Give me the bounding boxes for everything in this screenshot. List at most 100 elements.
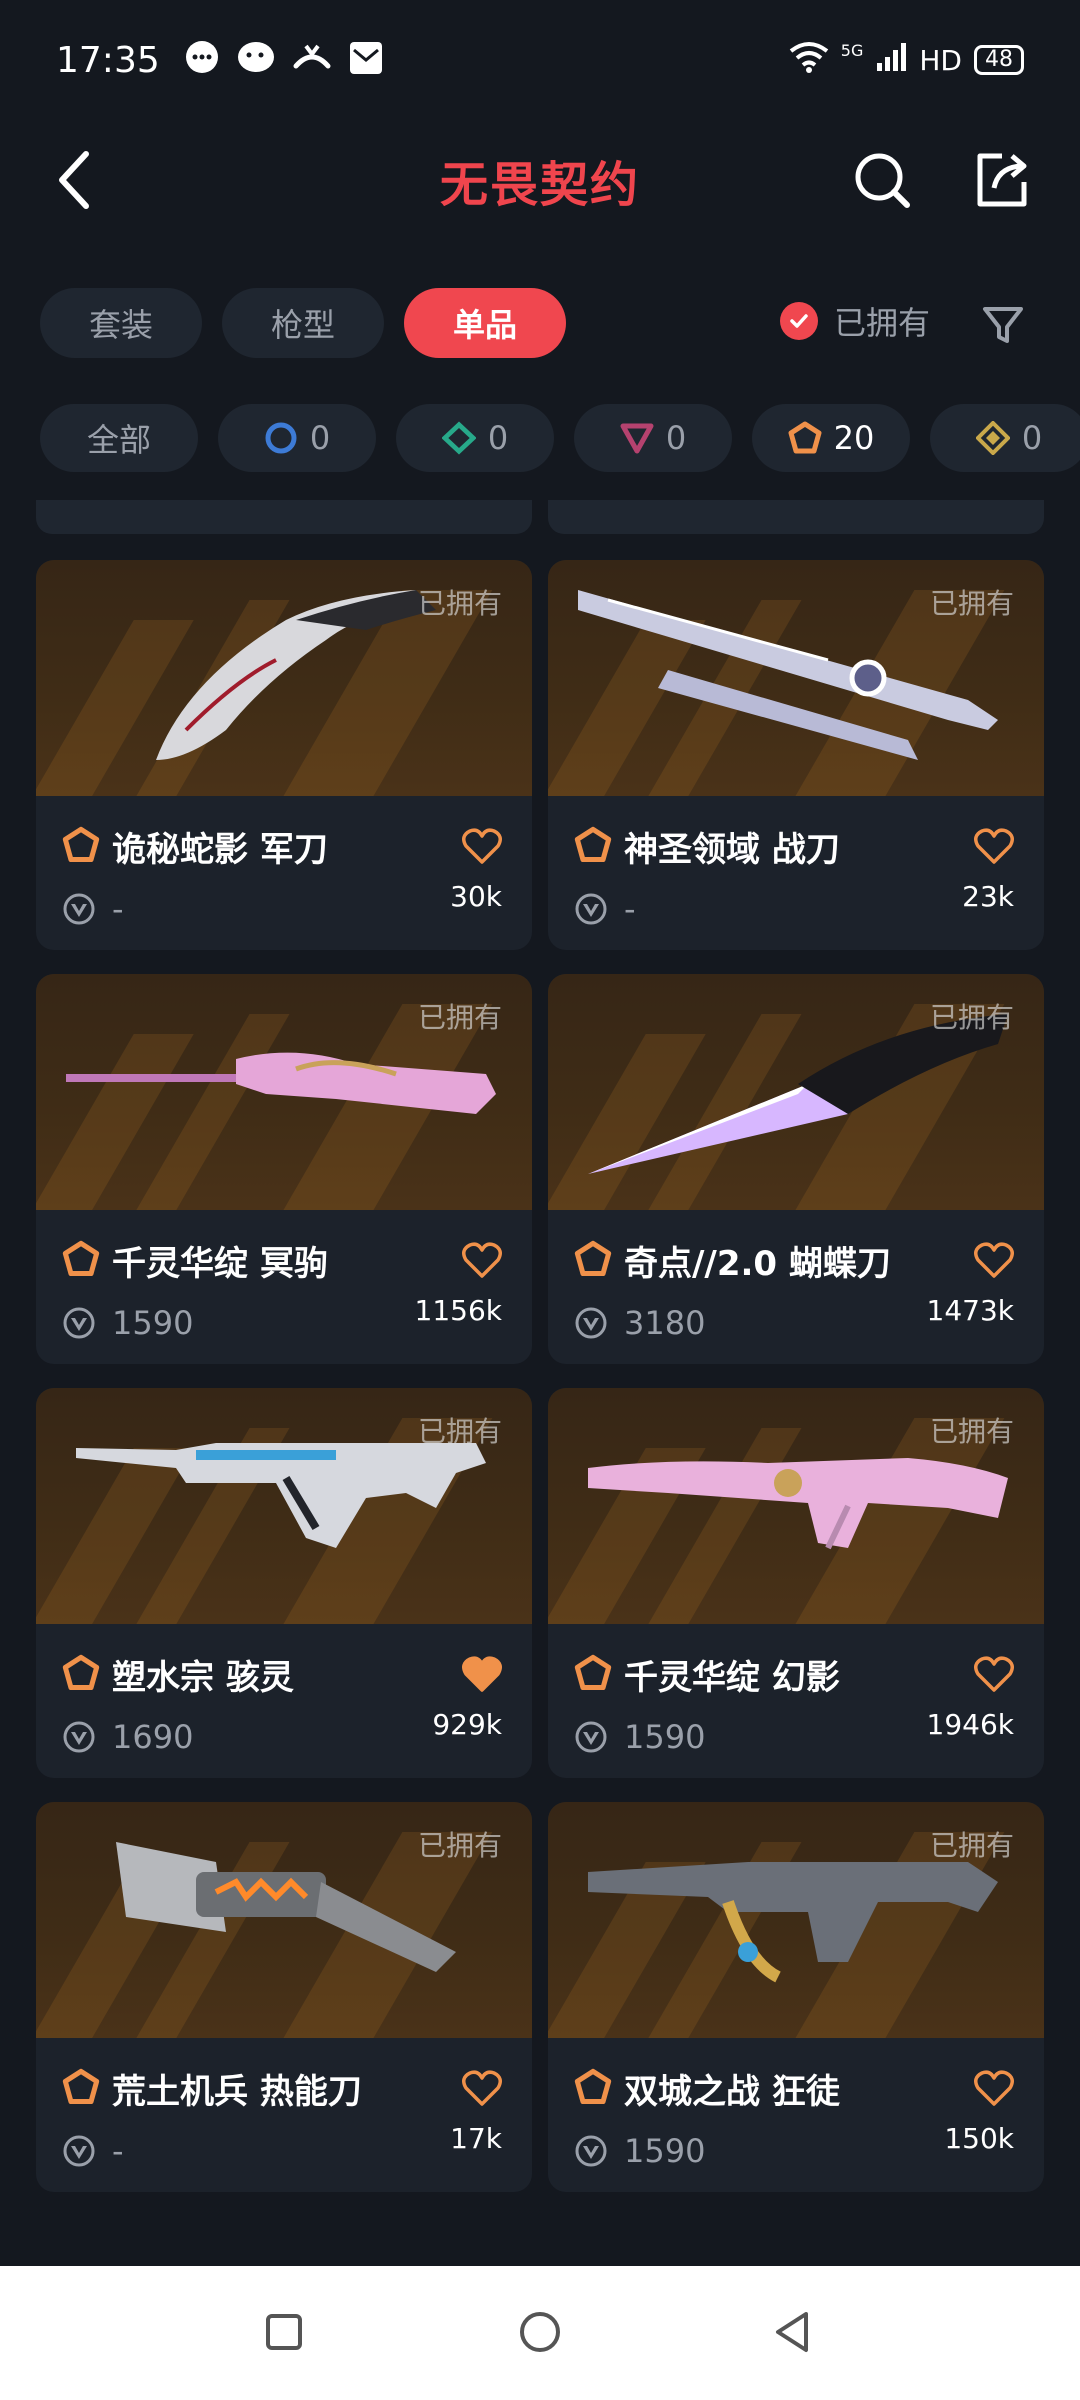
- status-right: 5G HD 48: [789, 41, 1024, 80]
- chat-notification-icon: [184, 40, 220, 80]
- wechat-notification-icon: [236, 40, 276, 80]
- item-card[interactable]: 已拥有双城之战 狂徒 1590 150k: [548, 1802, 1044, 2192]
- valorant-points-icon: [574, 1720, 608, 1754]
- rarity-chip-deluxe[interactable]: 0: [396, 404, 554, 472]
- item-image: 已拥有: [36, 1802, 532, 2038]
- item-name: 双城之战 狂徒: [624, 2072, 840, 2112]
- like-count: 17k: [450, 2122, 502, 2155]
- item-card[interactable]: 已拥有千灵华绽 幻影 1590 1946k: [548, 1388, 1044, 1778]
- hd-indicator: HD: [919, 43, 962, 77]
- rarity-chip-exclusive[interactable]: 20: [752, 404, 910, 472]
- square-icon: [266, 2314, 302, 2350]
- heart-icon[interactable]: [462, 828, 502, 864]
- notification-icons: [184, 40, 384, 80]
- item-info: 千灵华绽 幻影 1590 1946k: [548, 1624, 1044, 1778]
- ultra-tier-icon: [975, 421, 1010, 455]
- valorant-points-icon: [574, 2134, 608, 2168]
- item-info: 诡秘蛇影 军刀 - 30k: [36, 796, 532, 950]
- rarity-chip-count: 0: [665, 419, 687, 457]
- item-info: 塑水宗 骇灵 1690 929k: [36, 1624, 532, 1778]
- item-image: 已拥有: [36, 1388, 532, 1624]
- heart-icon[interactable]: [974, 1242, 1014, 1278]
- status-time: 17:35: [56, 39, 160, 81]
- valorant-points-icon: [574, 892, 608, 926]
- item-card[interactable]: 已拥有神圣领域 战刀 - 23k: [548, 560, 1044, 950]
- heart-icon[interactable]: [462, 1242, 502, 1278]
- item-card[interactable]: 已拥有 奇点//2.0 蝴蝶刀 3180 1473k: [548, 974, 1044, 1364]
- wifi-icon: [789, 41, 829, 80]
- item-image: 已拥有: [548, 1388, 1044, 1624]
- valorant-points-icon: [62, 2134, 96, 2168]
- item-price: 1690: [112, 1718, 194, 1756]
- exclusive-tier-icon: [788, 421, 822, 455]
- select-tier-icon: [264, 421, 298, 455]
- share-button[interactable]: [966, 144, 1038, 216]
- deluxe-tier-icon: [441, 421, 476, 455]
- partial-card-left: [36, 500, 532, 534]
- item-price: 1590: [624, 2132, 706, 2170]
- item-name: 塑水宗 骇灵: [112, 1658, 294, 1698]
- item-image: 已拥有: [36, 560, 532, 796]
- heart-icon[interactable]: [462, 2070, 502, 2106]
- like-count: 150k: [944, 2122, 1014, 2155]
- exclusive-tier-icon: [574, 826, 612, 864]
- premium-tier-icon: [620, 421, 654, 455]
- item-price: -: [112, 890, 124, 928]
- item-info: 神圣领域 战刀 - 23k: [548, 796, 1044, 950]
- item-card[interactable]: 已拥有 诡秘蛇影 军刀 - 30k: [36, 560, 532, 950]
- signal-icon: [875, 41, 907, 80]
- filter-button[interactable]: [978, 300, 1028, 350]
- item-name: 诡秘蛇影 军刀: [112, 830, 328, 870]
- owned-tag: 已拥有: [929, 587, 1014, 620]
- battery-indicator: 48: [974, 45, 1024, 75]
- search-button[interactable]: [846, 144, 918, 216]
- missed-call-icon: [292, 40, 332, 80]
- item-image: 已拥有: [548, 1802, 1044, 2038]
- tab-bundles[interactable]: 套装: [40, 288, 202, 358]
- heart-filled-icon[interactable]: [462, 1656, 502, 1692]
- item-price: -: [112, 2132, 124, 2170]
- owned-tag: 已拥有: [929, 1415, 1014, 1448]
- like-count: 23k: [962, 880, 1014, 913]
- heart-icon[interactable]: [974, 828, 1014, 864]
- rarity-chip-ultra[interactable]: 0: [930, 404, 1080, 472]
- triangle-back-icon: [776, 2312, 808, 2352]
- item-card[interactable]: 已拥有 千灵华绽 冥驹 1590 1156k: [36, 974, 532, 1364]
- item-card[interactable]: 已拥有荒土机兵 热能刀 - 17k: [36, 1802, 532, 2192]
- rarity-chip-count: 20: [833, 419, 875, 457]
- status-bar: 17:35 5G HD 48: [0, 0, 1080, 120]
- item-name: 千灵华绽 冥驹: [112, 1244, 328, 1284]
- back-nav-button[interactable]: [756, 2296, 828, 2368]
- like-count: 929k: [432, 1708, 502, 1741]
- rarity-chip-premium[interactable]: 0: [574, 404, 732, 472]
- heart-icon[interactable]: [974, 1656, 1014, 1692]
- item-name: 奇点//2.0 蝴蝶刀: [624, 1244, 891, 1284]
- tab-weapon-types[interactable]: 枪型: [222, 288, 384, 358]
- owned-filter-toggle[interactable]: 已拥有: [780, 298, 930, 344]
- rarity-chip-count: 0: [1021, 419, 1043, 457]
- valorant-points-icon: [62, 1720, 96, 1754]
- item-image: 已拥有: [548, 560, 1044, 796]
- item-price: 1590: [112, 1304, 194, 1342]
- item-card[interactable]: 已拥有塑水宗 骇灵 1690 929k: [36, 1388, 532, 1778]
- partial-card-right: [548, 500, 1044, 534]
- heart-icon[interactable]: [974, 2070, 1014, 2106]
- app-header: 无畏契约: [0, 120, 1080, 240]
- rarity-chip-count: 0: [309, 419, 331, 457]
- rarity-chip-all[interactable]: 全部: [40, 404, 198, 472]
- rarity-chip-select[interactable]: 0: [218, 404, 376, 472]
- exclusive-tier-icon: [574, 1654, 612, 1692]
- rarity-filter-row: 全部 0 0 0 20 0: [0, 404, 1080, 472]
- item-name: 荒土机兵 热能刀: [112, 2072, 362, 2112]
- like-count: 1946k: [926, 1708, 1014, 1741]
- valorant-points-icon: [574, 1306, 608, 1340]
- rarity-chip-label: 全部: [86, 421, 151, 459]
- owned-tag: 已拥有: [929, 1001, 1014, 1034]
- home-button[interactable]: [504, 2296, 576, 2368]
- system-navigation-bar: [0, 2266, 1080, 2400]
- item-name: 神圣领域 战刀: [624, 830, 840, 870]
- recent-apps-button[interactable]: [248, 2296, 320, 2368]
- network-type: 5G: [840, 40, 864, 60]
- tab-single-items[interactable]: 单品: [404, 288, 566, 358]
- category-tabs: 套装 枪型 单品 已拥有: [0, 288, 1080, 358]
